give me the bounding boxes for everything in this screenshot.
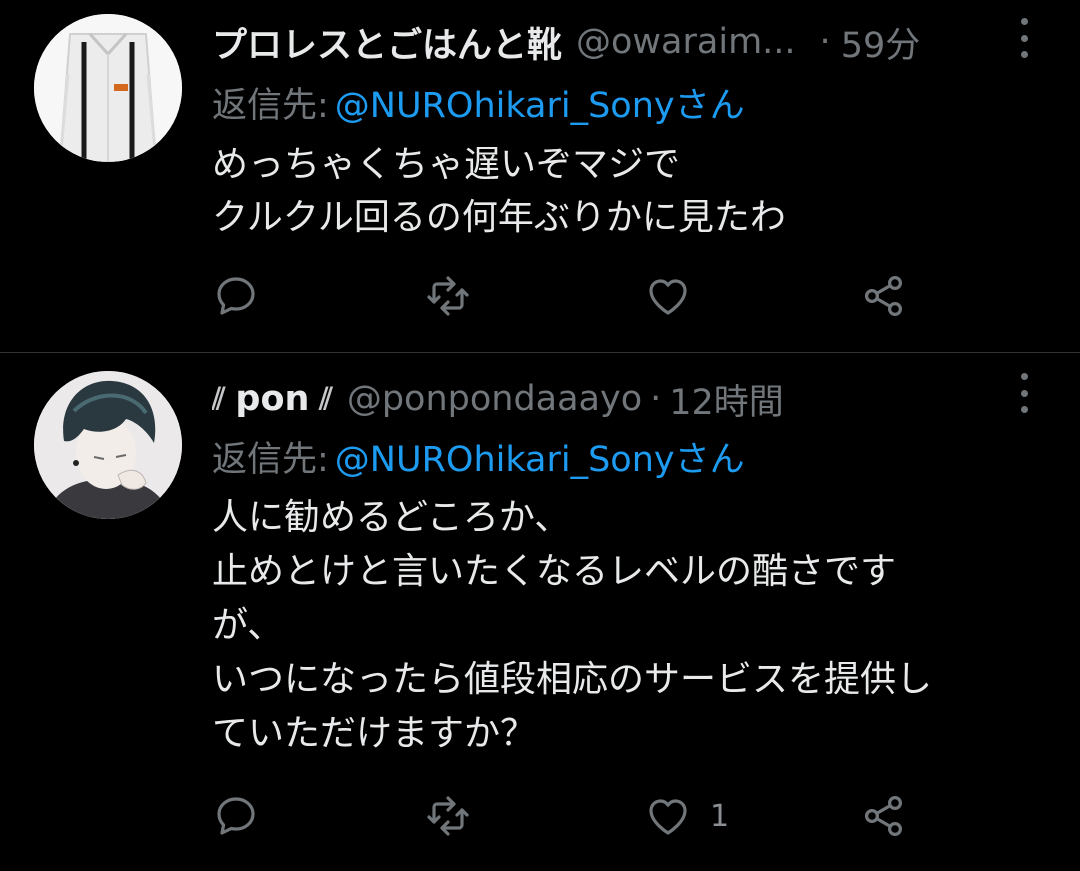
- share-button[interactable]: [860, 268, 908, 324]
- tweet-header: ⫽ pon ⫽ @ponpondaaayo · 12時間: [212, 371, 990, 427]
- name-decoration: ⫽: [212, 381, 226, 417]
- more-icon[interactable]: [1012, 18, 1036, 58]
- separator-dot: ·: [650, 379, 662, 419]
- like-count: 1: [710, 798, 730, 834]
- retweet-button[interactable]: [424, 268, 472, 324]
- timestamp[interactable]: 59分: [841, 17, 921, 68]
- share-button[interactable]: [860, 788, 908, 844]
- timestamp[interactable]: 12時間: [669, 374, 784, 425]
- retweet-icon: [427, 276, 469, 316]
- tweet[interactable]: ⫽ pon ⫽ @ponpondaaayo · 12時間 返信先: @NUROh…: [0, 353, 1080, 871]
- reply-mention-link[interactable]: @NUROhikari_Sonyさん: [335, 431, 745, 482]
- handle[interactable]: @ponpondaaayo: [347, 379, 642, 419]
- tweet[interactable]: プロレスとごはんと靴 @owaraim... · 59分 返信先: @NUROh…: [0, 0, 1080, 352]
- share-icon: [864, 275, 903, 317]
- reply-icon: [217, 797, 255, 835]
- reply-prefix: 返信先:: [212, 85, 329, 126]
- retweet-button[interactable]: [424, 788, 472, 844]
- tweet-text: 人に勧めるどころか、 止めとけと言いたくなるレベルの酷さです が、 いつになった…: [212, 497, 933, 754]
- display-name[interactable]: プロレスとごはんと靴: [212, 17, 562, 68]
- like-button[interactable]: 1: [644, 788, 729, 844]
- reply-context: 返信先: @NUROhikari_Sonyさん: [212, 74, 745, 130]
- avatar[interactable]: [34, 371, 182, 519]
- reply-button[interactable]: [212, 788, 260, 844]
- display-name[interactable]: pon: [235, 379, 309, 419]
- reply-context: 返信先: @NUROhikari_Sonyさん: [212, 428, 745, 484]
- handle[interactable]: @owaraim...: [576, 22, 796, 62]
- action-bar: 1: [212, 788, 932, 844]
- tweet-header: プロレスとごはんと靴 @owaraim... · 59分: [212, 14, 990, 70]
- more-icon[interactable]: [1012, 373, 1036, 413]
- reply-button[interactable]: [212, 268, 260, 324]
- like-icon: [649, 279, 687, 315]
- separator-dot: ·: [819, 22, 831, 62]
- action-bar: [212, 268, 932, 324]
- reply-prefix: 返信先:: [212, 439, 329, 480]
- reply-mention-link[interactable]: @NUROhikari_Sonyさん: [335, 77, 745, 128]
- avatar[interactable]: [34, 14, 182, 162]
- reply-icon: [217, 277, 255, 315]
- retweet-icon: [427, 796, 469, 836]
- name-decoration: ⫽: [319, 381, 333, 417]
- like-button[interactable]: [644, 268, 710, 324]
- tweet-text: めっちゃくちゃ遅いぞマジで クルクル回るの何年ぶりかに見たわ: [212, 144, 786, 238]
- like-icon: [649, 799, 687, 835]
- share-icon: [864, 795, 903, 837]
